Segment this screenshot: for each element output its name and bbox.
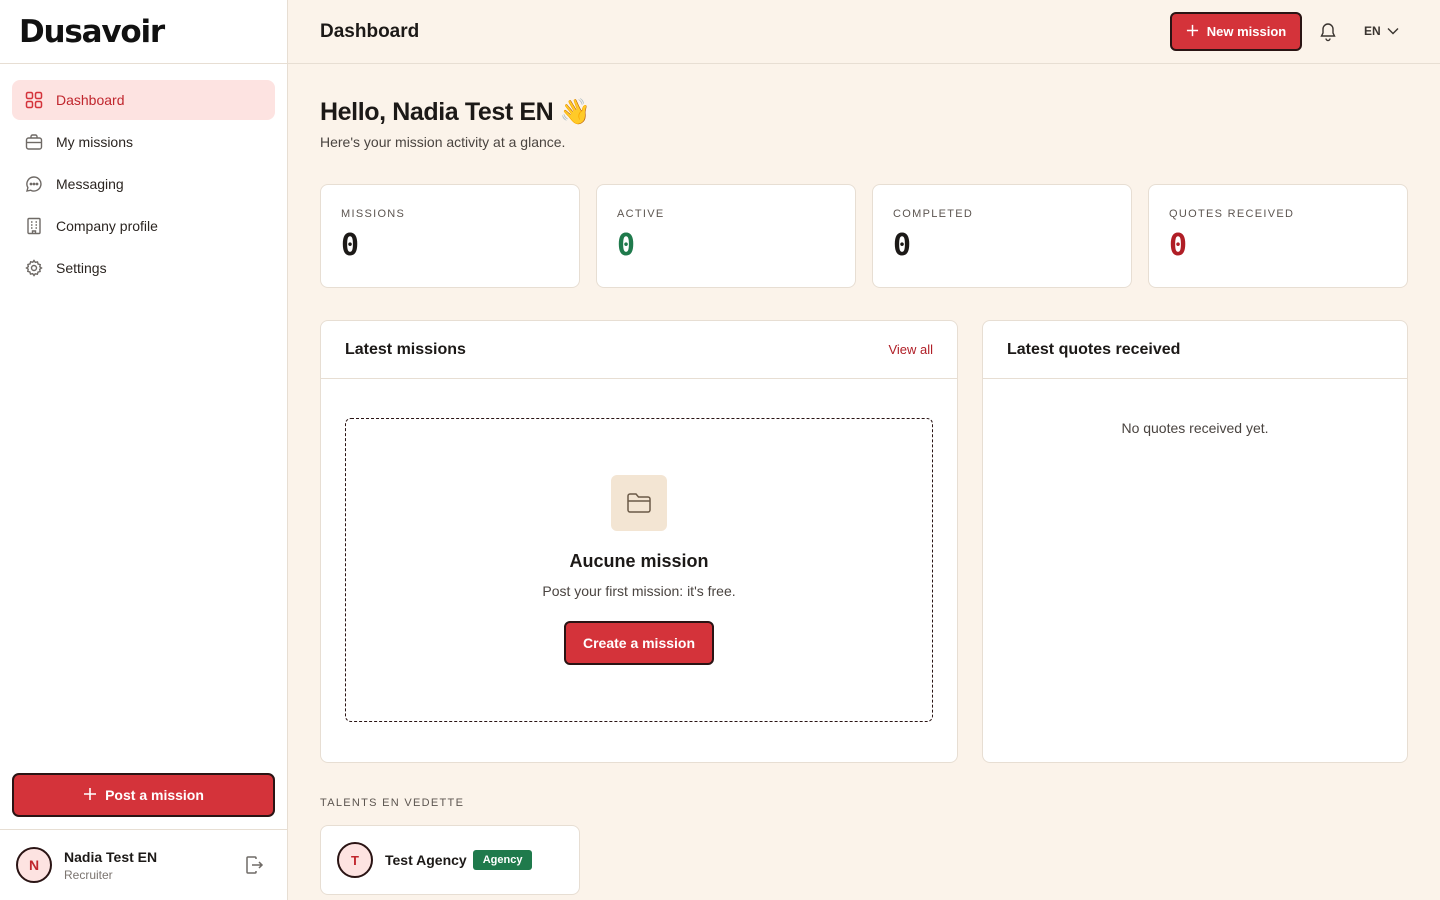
empty-state-text: No quotes received yet. (1121, 420, 1269, 436)
gear-icon (24, 258, 44, 278)
sidebar-item-dashboard[interactable]: Dashboard (12, 80, 275, 120)
stat-label: MISSIONS (341, 208, 406, 220)
stat-card-active: ACTIVE 0 (596, 184, 856, 288)
sidebar-item-label: Messaging (56, 176, 124, 192)
empty-state-subtitle: Post your first mission: it's free. (542, 583, 736, 599)
empty-state: Aucune mission Post your first mission: … (345, 418, 933, 722)
chat-icon (24, 174, 44, 194)
plus-icon (83, 787, 97, 804)
building-icon (24, 216, 44, 236)
user-profile: N Nadia Test EN Recruiter (0, 829, 287, 900)
sidebar: Dusavoir Dashboard My missions Messaging… (0, 0, 288, 900)
new-mission-label: New mission (1206, 24, 1287, 39)
panel-title: Latest missions (345, 340, 466, 358)
user-name: Nadia Test EN (64, 848, 158, 865)
sidebar-item-settings[interactable]: Settings (12, 248, 275, 288)
talent-card[interactable]: T Test Agency Agency (320, 825, 580, 895)
new-mission-button[interactable]: New mission (1170, 12, 1302, 51)
sidebar-item-label: Company profile (56, 218, 158, 234)
talent-name: Test Agency (385, 852, 467, 868)
sidebar-item-my-missions[interactable]: My missions (12, 122, 275, 162)
stat-label: QUOTES RECEIVED (1169, 208, 1295, 220)
create-mission-button[interactable]: Create a mission (564, 621, 714, 665)
user-info: Nadia Test EN Recruiter (64, 849, 157, 882)
post-mission-label: Post a mission (105, 787, 204, 803)
panel-title: Latest quotes received (1007, 340, 1181, 358)
talent-badge: Agency (472, 850, 533, 870)
panel-header: Latest missions View all (321, 321, 957, 379)
sidebar-item-messaging[interactable]: Messaging (12, 164, 275, 204)
language-label: EN (1364, 24, 1381, 38)
greeting-text: Hello, Nadia Test EN (320, 98, 554, 126)
stat-value: 0 (341, 228, 360, 263)
plus-icon (1186, 24, 1199, 40)
stat-label: COMPLETED (893, 208, 974, 220)
latest-quotes-panel: Latest quotes received No quotes receive… (982, 320, 1408, 763)
section-title: TALENTS EN VEDETTE (320, 797, 465, 809)
stat-label: ACTIVE (617, 208, 665, 220)
empty-state-title: Aucune mission (569, 551, 709, 571)
bell-icon[interactable] (1319, 22, 1337, 42)
stat-value: 0 (893, 228, 912, 263)
stat-value: 0 (617, 228, 636, 263)
stat-card-missions: MISSIONS 0 (320, 184, 580, 288)
sidebar-item-label: Settings (56, 260, 107, 276)
greeting-subtitle: Here's your mission activity at a glance… (320, 134, 566, 150)
post-mission-button[interactable]: Post a mission (12, 773, 275, 817)
language-selector[interactable]: EN (1364, 24, 1399, 38)
top-bar: Dashboard New mission EN (288, 0, 1440, 64)
logout-icon[interactable] (244, 855, 264, 875)
chevron-down-icon (1387, 24, 1399, 38)
sidebar-item-company-profile[interactable]: Company profile (12, 206, 275, 246)
brand-logo[interactable]: Dusavoir (0, 0, 287, 64)
waving-hand-icon: 👋 (559, 98, 591, 126)
view-all-link[interactable]: View all (888, 342, 933, 357)
sidebar-nav: Dashboard My missions Messaging Company … (0, 64, 287, 306)
user-role: Recruiter (64, 867, 113, 882)
sidebar-item-label: My missions (56, 134, 134, 150)
avatar[interactable]: N (16, 847, 52, 883)
page-title: Dashboard (320, 21, 420, 42)
folder-icon (611, 475, 667, 531)
grid-icon (24, 90, 44, 110)
stat-card-quotes-received: QUOTES RECEIVED 0 (1148, 184, 1408, 288)
stat-value: 0 (1169, 228, 1188, 263)
stat-card-completed: COMPLETED 0 (872, 184, 1132, 288)
panel-header: Latest quotes received (983, 321, 1407, 379)
briefcase-icon (24, 132, 44, 152)
sidebar-item-label: Dashboard (56, 92, 125, 108)
latest-missions-panel: Latest missions View all Aucune mission … (320, 320, 958, 763)
greeting-title: Hello, Nadia Test EN 👋 (320, 98, 591, 127)
brand-name: Dusavoir (19, 13, 165, 50)
avatar: T (337, 842, 373, 878)
